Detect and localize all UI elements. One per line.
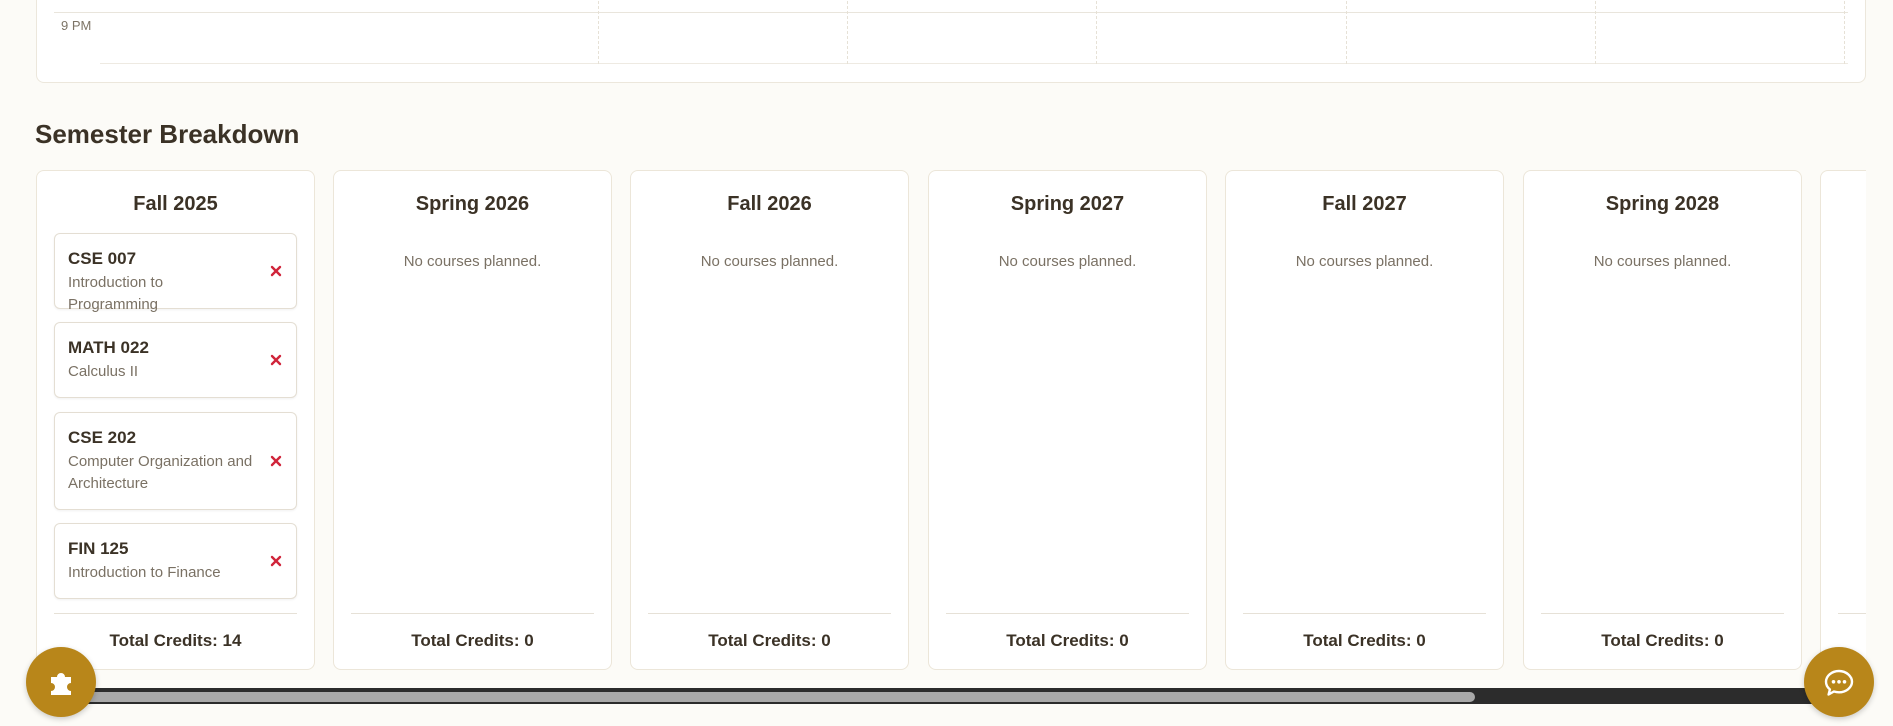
semester-card: Spring 2028 No courses planned. Total Cr… [1523,170,1802,670]
semester-total-credits: Total Credits: 0 [1303,631,1426,650]
semester-total-credits: Total Credits: 0 [411,631,534,650]
semester-card: Spring 2027 No courses planned. Total Cr… [928,170,1207,670]
semester-divider [351,613,594,614]
puzzle-button[interactable] [26,647,96,717]
puzzle-icon [51,673,71,695]
calendar-day-column [598,0,599,64]
semester-divider [1541,613,1784,614]
chat-icon [1824,669,1854,696]
course-name: Calculus II [68,363,139,380]
semester-total-credits: Total Credits: 0 [1601,631,1724,650]
semester-total-credits: Total Credits: 0 [1006,631,1129,650]
course-code: MATH 022 [68,338,149,357]
calendar-day-column [847,0,848,64]
horizontal-scrollbar[interactable] [36,688,1866,704]
calendar-day-column [1595,0,1596,64]
semester-total-credits: Total Credits: 0 [708,631,831,650]
semester-title: Fall 2027 [1322,193,1407,215]
course-card[interactable]: FIN 125 Introduction to Finance [54,523,297,599]
scrollbar-thumb[interactable] [70,692,1475,702]
semester-card [1820,170,1866,670]
calendar-time-label: 9 PM [61,18,92,33]
course-name: Introduction to Finance [68,564,221,581]
page: 9 PM Semester Breakdown Fall 2025 CSE 00… [0,0,1893,726]
semester-title: Spring 2027 [1010,193,1125,215]
close-icon [270,555,282,567]
empty-state-text: No courses planned. [700,253,839,270]
semester-divider [54,613,297,614]
section-title: Semester Breakdown [35,119,300,149]
semester-card: Fall 2026 No courses planned. Total Cred… [630,170,909,670]
semester-title: Spring 2028 [1605,193,1720,215]
semester-divider [946,613,1189,614]
close-icon [270,455,282,467]
semester-total-credits: Total Credits: 14 [109,631,242,650]
calendar-hour-line [54,12,1848,13]
course-card[interactable]: CSE 007 Introduction to Programming [54,233,297,313]
semester-card: Spring 2026 No courses planned. Total Cr… [333,170,612,670]
semester-card: Fall 2027 No courses planned. Total Cred… [1225,170,1504,670]
semester-title: Spring 2026 [415,193,530,215]
course-name: Introduction to Programming [68,274,164,313]
semester-title: Fall 2025 [133,193,218,215]
empty-state-text: No courses planned. [1593,253,1732,270]
calendar-day-column [1844,0,1845,64]
empty-state-text: No courses planned. [998,253,1137,270]
semester-divider [1838,613,1866,614]
close-icon [270,265,282,277]
course-name: Computer Organization and Architecture [68,453,253,492]
calendar-hour-line [100,63,1848,64]
semester-card: Fall 2025 CSE 007 Introduction to Progra… [36,170,315,670]
empty-state-text: No courses planned. [403,253,542,270]
course-card[interactable]: MATH 022 Calculus II [54,322,297,398]
remove-course-button[interactable] [268,263,284,279]
chat-button[interactable] [1804,647,1874,717]
course-code: CSE 202 [68,428,137,447]
semester-title: Fall 2026 [727,193,812,215]
weekly-calendar: 9 PM [36,0,1866,83]
course-card[interactable]: CSE 202 Computer Organization and Archit… [54,412,297,510]
empty-state-text: No courses planned. [1295,253,1434,270]
close-icon [270,354,282,366]
semester-divider [648,613,891,614]
remove-course-button[interactable] [268,553,284,569]
remove-course-button[interactable] [268,453,284,469]
remove-course-button[interactable] [268,352,284,368]
calendar-day-column [1346,0,1347,64]
semester-list[interactable]: Fall 2025 CSE 007 Introduction to Progra… [36,170,1866,670]
course-code: CSE 007 [68,249,137,268]
calendar-day-column [1096,0,1097,64]
course-code: FIN 125 [68,539,129,558]
semester-divider [1243,613,1486,614]
